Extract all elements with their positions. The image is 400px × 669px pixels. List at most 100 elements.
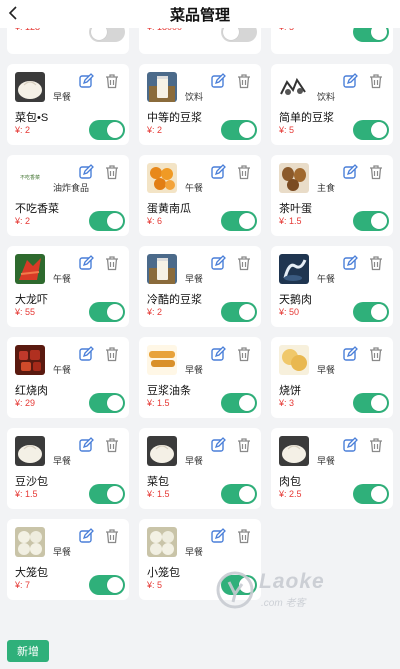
dish-price: ¥: 2: [15, 216, 31, 226]
edit-icon[interactable]: [77, 436, 95, 454]
trash-icon[interactable]: [367, 345, 385, 363]
trash-icon[interactable]: [367, 436, 385, 454]
toggle-knob: [107, 486, 123, 502]
trash-icon[interactable]: [235, 436, 253, 454]
trash-icon[interactable]: [367, 72, 385, 90]
dish-image: [15, 527, 45, 557]
trash-icon[interactable]: [103, 254, 121, 272]
toggle-knob: [107, 122, 123, 138]
edit-icon[interactable]: [341, 254, 359, 272]
dish-image: [279, 436, 309, 466]
dish-name: 大笼包: [15, 567, 48, 579]
status-toggle[interactable]: [221, 575, 257, 595]
edit-icon[interactable]: [77, 72, 95, 90]
dish-image: [15, 254, 45, 284]
trash-icon[interactable]: [367, 254, 385, 272]
dish-category: 早餐: [317, 456, 336, 466]
dish-price: ¥: 1.5: [279, 216, 302, 226]
edit-icon[interactable]: [77, 527, 95, 545]
status-toggle[interactable]: [221, 302, 257, 322]
status-toggle[interactable]: [353, 393, 389, 413]
dish-price: ¥: 29: [15, 398, 36, 408]
dish-image: [147, 163, 177, 193]
trash-icon[interactable]: [235, 163, 253, 181]
status-toggle[interactable]: [89, 393, 125, 413]
dish-name: 豆浆油条: [147, 385, 191, 397]
trash-icon[interactable]: [103, 345, 121, 363]
status-toggle[interactable]: [221, 120, 257, 140]
edit-icon[interactable]: [341, 345, 359, 363]
toggle-knob: [239, 395, 255, 411]
dish-name: 简单的豆浆: [279, 112, 334, 124]
edit-icon[interactable]: [341, 163, 359, 181]
dish-price: ¥: 1.5: [15, 489, 38, 499]
trash-icon[interactable]: [103, 72, 121, 90]
trash-icon[interactable]: [103, 436, 121, 454]
status-toggle[interactable]: [89, 302, 125, 322]
dish-card: 早餐 豆浆油条 ¥: 1.5: [139, 337, 261, 418]
toggle-knob: [371, 122, 387, 138]
dish-price: ¥: 55: [15, 307, 36, 317]
dish-grid: cccc¥: 128大脑斧¥: 180005.8mm口径花生米¥: 5早餐菜包•…: [7, 0, 393, 600]
status-toggle[interactable]: [221, 211, 257, 231]
trash-icon[interactable]: [235, 254, 253, 272]
dish-image: [15, 436, 45, 466]
trash-icon[interactable]: [235, 345, 253, 363]
trash-icon[interactable]: [103, 527, 121, 545]
status-toggle[interactable]: [221, 484, 257, 504]
edit-icon[interactable]: [77, 254, 95, 272]
dish-category: 早餐: [53, 456, 72, 466]
dish-card: 早餐 烧饼 ¥: 3: [271, 337, 393, 418]
dish-name: 红烧肉: [15, 385, 48, 397]
edit-icon[interactable]: [209, 345, 227, 363]
dish-image: [147, 72, 177, 102]
dish-card: 不吃香菜 油炸食品 不吃香菜 ¥: 2: [7, 155, 129, 236]
dish-price: ¥: 2: [15, 125, 31, 135]
dish-category: 午餐: [185, 183, 204, 193]
status-toggle[interactable]: [353, 484, 389, 504]
dish-card: 早餐 小笼包 ¥: 5: [139, 519, 261, 600]
dish-card: 主食 茶叶蛋 ¥: 1.5: [271, 155, 393, 236]
status-toggle[interactable]: [89, 211, 125, 231]
dish-name: 茶叶蛋: [279, 203, 312, 215]
toggle-knob: [107, 395, 123, 411]
toggle-knob: [239, 304, 255, 320]
status-toggle[interactable]: [221, 393, 257, 413]
edit-icon[interactable]: [209, 163, 227, 181]
dish-card: 午餐 红烧肉 ¥: 29: [7, 337, 129, 418]
dish-category: 早餐: [53, 92, 72, 102]
status-toggle[interactable]: [353, 211, 389, 231]
trash-icon[interactable]: [235, 72, 253, 90]
edit-icon[interactable]: [341, 436, 359, 454]
status-toggle[interactable]: [353, 302, 389, 322]
status-toggle[interactable]: [353, 120, 389, 140]
status-toggle[interactable]: [89, 575, 125, 595]
edit-icon[interactable]: [77, 345, 95, 363]
dish-image: [147, 527, 177, 557]
dish-name: 小笼包: [147, 567, 180, 579]
dish-card: 午餐 天鹅肉 ¥: 50: [271, 246, 393, 327]
dish-card: 午餐 蛋黄南瓜 ¥: 6: [139, 155, 261, 236]
dish-name: 冷酷的豆浆: [147, 294, 202, 306]
edit-icon[interactable]: [209, 527, 227, 545]
edit-icon[interactable]: [209, 72, 227, 90]
back-icon[interactable]: [4, 4, 22, 22]
dish-price: ¥: 1.5: [147, 398, 170, 408]
edit-icon[interactable]: [341, 72, 359, 90]
dish-image: [279, 163, 309, 193]
footer-bar: 新增: [0, 632, 400, 669]
status-toggle[interactable]: [89, 120, 125, 140]
trash-icon[interactable]: [103, 163, 121, 181]
status-toggle[interactable]: [89, 484, 125, 504]
add-button[interactable]: 新增: [7, 640, 49, 662]
dish-category: 饮料: [317, 92, 336, 102]
dish-category: 早餐: [185, 547, 204, 557]
dish-card: 早餐 冷酷的豆浆 ¥: 2: [139, 246, 261, 327]
dish-name: 中等的豆浆: [147, 112, 202, 124]
trash-icon[interactable]: [367, 163, 385, 181]
dish-name: 烧饼: [279, 385, 301, 397]
edit-icon[interactable]: [209, 254, 227, 272]
edit-icon[interactable]: [209, 436, 227, 454]
edit-icon[interactable]: [77, 163, 95, 181]
trash-icon[interactable]: [235, 527, 253, 545]
